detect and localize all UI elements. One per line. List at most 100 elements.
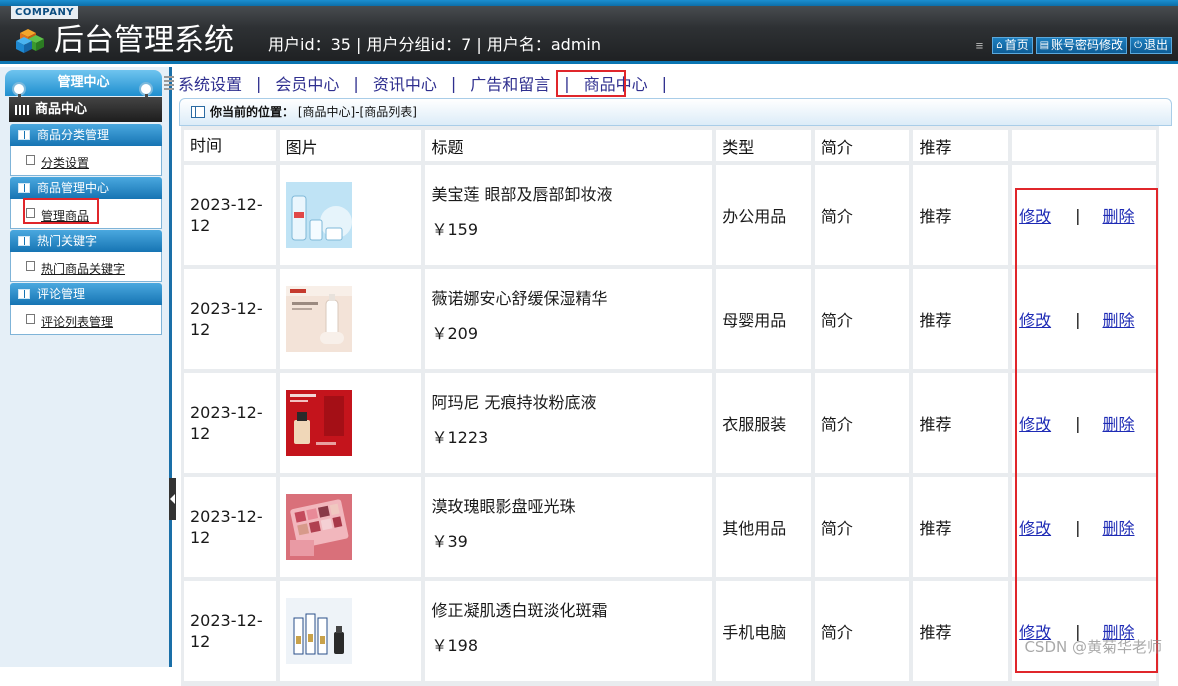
app-title: 后台管理系统 [54,23,234,58]
nav-separator: | [450,73,457,93]
menu-group-keywords: 热门关键字 热门商品关键字 [10,230,162,282]
cell-intro: 简介 [814,269,910,369]
product-price: ￥198 [431,636,479,655]
sidebar-section-goods[interactable]: 商品中心 [9,97,162,122]
cell-time: 2023-12-12 [184,477,276,577]
column-header-time: 时间 [184,130,276,161]
cell-type: 手机电脑 [716,581,811,681]
menu-title-keywords[interactable]: 热门关键字 [10,230,162,252]
cell-type: 办公用品 [716,165,811,265]
pin-icon [139,82,153,110]
menu-title-comments[interactable]: 评论管理 [10,283,162,305]
document-icon: ▤ [1039,40,1050,51]
home-icon: ⌂ [996,40,1003,51]
breadcrumb: 你当前的位置： [商品中心]-[商品列表] [179,98,1172,126]
menu-lines-icon: ≡ [975,38,984,53]
tab-system-settings[interactable]: 系统设置 [176,71,244,95]
menu-title-goods[interactable]: 商品管理中心 [10,177,162,199]
document-icon [26,155,35,165]
cell-time: 2023-12-12 [184,581,276,681]
product-thumbnail[interactable] [285,390,352,456]
product-title: 修正凝肌透白斑淡化斑霜 [431,601,608,620]
cell-intro: 简介 [814,165,910,265]
tab-news-center[interactable]: 资讯中心 [371,71,439,95]
table-row: 2023-12-12 漠玫瑰眼影盘哑光珠 ￥39 其他用品 简介 推荐 修改 |… [184,477,1156,577]
grip-icon [164,76,174,90]
book-icon [18,236,30,246]
menu-title-label: 商品管理中心 [37,181,110,195]
cell-type: 其他用品 [716,477,811,577]
sidebar: 管理中心 商品中心 商品分类管理 分类设置 商品管理中心 管理商品 热门关键字 [0,67,172,667]
product-thumbnail[interactable] [285,494,352,560]
menu-title-label: 评论管理 [37,287,86,301]
menu-group-comments: 评论管理 评论列表管理 [10,283,162,335]
product-thumbnail[interactable] [285,598,352,664]
logout-label: 退出 [1143,38,1168,52]
product-title: 阿玛尼 无痕持妆粉底液 [431,393,597,412]
menu-body: 分类设置 [10,146,162,176]
cell-time: 2023-12-12 [184,165,276,265]
change-password-label: 账号密码修改 [1051,38,1124,52]
goods-table: 时间 图片 标题 类型 简介 推荐 2023-12-12 美宝莲 眼部及唇部卸妆… [180,126,1160,685]
highlight-box [1015,188,1158,673]
menu-body: 热门商品关键字 [10,252,162,282]
breadcrumb-label: 你当前的位置： [210,105,295,119]
product-thumbnail[interactable] [285,182,352,248]
cell-recommend: 推荐 [913,269,1009,369]
document-icon [26,261,35,271]
cell-time: 2023-12-12 [184,373,276,473]
user-info: 用户id：35 | 用户分组id：7 | 用户名：admin [268,35,602,54]
sidebar-item-hot-keywords[interactable]: 热门商品关键字 [41,260,125,277]
home-link[interactable]: ⌂ 首页 [992,37,1033,54]
highlight-box [556,70,626,97]
table-row: 2023-12-12 薇诺娜安心舒缓保湿精华 ￥209 母婴用品 简介 推荐 修… [184,269,1156,369]
product-price: ￥209 [431,324,479,343]
book-icon [18,183,30,193]
sidebar-head-label: 管理中心 [57,75,110,90]
column-header-type: 类型 [716,130,811,161]
cell-title: 薇诺娜安心舒缓保湿精华 ￥209 [425,269,713,369]
document-icon [26,314,35,324]
breadcrumb-path: [商品中心]-[商品列表] [297,105,417,119]
column-header-title: 标题 [425,130,713,161]
menu-body: 评论列表管理 [10,305,162,335]
product-thumbnail[interactable] [285,286,352,352]
logout-link[interactable]: ⏻ 退出 [1130,37,1172,54]
cell-image [279,477,422,577]
change-password-link[interactable]: ▤ 账号密码修改 [1035,37,1128,54]
cell-type: 母婴用品 [716,269,811,369]
sidebar-item-comment-list[interactable]: 评论列表管理 [41,313,113,330]
sidebar-head: 管理中心 [5,70,162,96]
cubes-logo-icon [16,29,44,53]
cell-image [279,165,422,265]
highlight-box [23,198,99,224]
watermark: CSDN @黄菊华老师 [1024,638,1162,656]
table-row: 2023-12-12 修正凝肌透白斑淡化斑霜 ￥198 手机电脑 简介 推荐 修… [184,581,1156,681]
cell-intro: 简介 [814,373,910,473]
cell-time: 2023-12-12 [184,269,276,369]
book-icon [18,130,30,140]
sidebar-section-label: 商品中心 [35,102,88,117]
pin-icon [12,82,26,110]
tab-ads-messages[interactable]: 广告和留言 [468,71,552,95]
app-header: COMPANY 后台管理系统 用户id：35 | 用户分组id：7 | 用户名：… [0,0,1178,64]
goods-table-container: 时间 图片 标题 类型 简介 推荐 2023-12-12 美宝莲 眼部及唇部卸妆… [181,126,1159,686]
product-title: 美宝莲 眼部及唇部卸妆液 [431,185,613,204]
sidebar-item-category-settings[interactable]: 分类设置 [41,154,89,171]
collapse-sidebar-handle[interactable] [169,478,176,520]
cell-image [279,269,422,369]
table-row: 2023-12-12 阿玛尼 无痕持妆粉底液 ￥1223 衣服服装 简介 推荐 … [184,373,1156,473]
cell-type: 衣服服装 [716,373,811,473]
cell-title: 修正凝肌透白斑淡化斑霜 ￥198 [425,581,713,681]
cell-title: 阿玛尼 无痕持妆粉底液 ￥1223 [425,373,713,473]
tab-member-center[interactable]: 会员中心 [273,71,341,95]
cell-recommend: 推荐 [913,581,1009,681]
cell-intro: 简介 [814,477,910,577]
menu-title-category[interactable]: 商品分类管理 [10,124,162,146]
column-header-image: 图片 [279,130,422,161]
cell-image [279,581,422,681]
table-row: 2023-12-12 美宝莲 眼部及唇部卸妆液 ￥159 办公用品 简介 推荐 … [184,165,1156,265]
company-logo-text: COMPANY [11,6,79,19]
book-icon [18,289,30,299]
cell-intro: 简介 [814,581,910,681]
